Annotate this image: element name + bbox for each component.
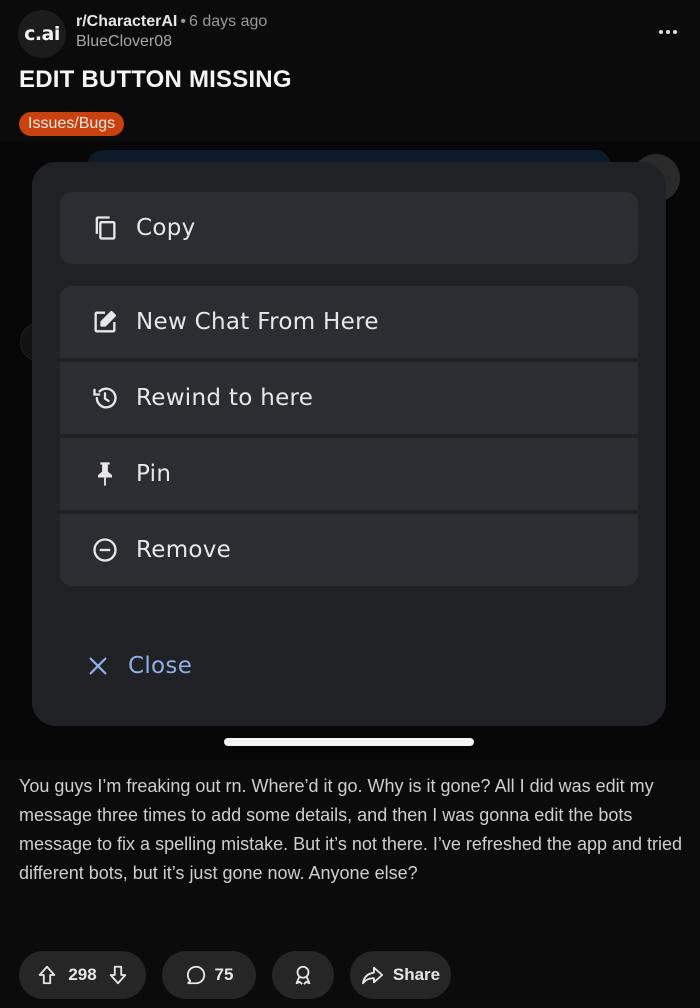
- home-indicator: [224, 738, 474, 746]
- menu-item-remove[interactable]: Remove: [60, 514, 638, 586]
- menu-item-pin[interactable]: Pin: [60, 438, 638, 510]
- menu-item-copy[interactable]: Copy: [60, 192, 638, 264]
- separator-dot: •: [180, 13, 186, 30]
- upvote-icon[interactable]: [36, 964, 58, 986]
- post-meta: r/CharacterAI • 6 days ago BlueClover08: [76, 12, 267, 51]
- share-button[interactable]: Share: [350, 951, 451, 999]
- award-icon: [292, 964, 314, 986]
- post-body-text: You guys I’m freaking out rn. Where’d it…: [19, 776, 683, 883]
- post-action-bar: 298 75 Share: [19, 951, 451, 999]
- menu-item-label: Rewind to here: [136, 385, 314, 411]
- close-icon: [86, 654, 110, 678]
- close-button[interactable]: Close: [86, 646, 192, 686]
- menu-item-label: Remove: [136, 537, 232, 563]
- vote-control: 298: [19, 951, 146, 999]
- comment-count: 75: [214, 965, 234, 984]
- share-arrow-icon: [361, 964, 385, 986]
- avatar-logo-text: c.ai: [24, 23, 60, 45]
- meta-line: r/CharacterAI • 6 days ago: [76, 12, 267, 32]
- more-options-button[interactable]: [656, 22, 680, 42]
- subreddit-avatar[interactable]: c.ai: [18, 10, 66, 58]
- share-label: Share: [392, 965, 441, 984]
- vote-count: 298: [68, 965, 97, 984]
- menu-item-label: New Chat From Here: [136, 309, 379, 335]
- post-header: c.ai r/CharacterAI • 6 days ago BlueClover…: [18, 10, 682, 60]
- menu-item-rewind[interactable]: Rewind to here: [60, 362, 638, 434]
- flair-badge[interactable]: Issues/Bugs: [19, 112, 125, 136]
- downvote-icon[interactable]: [107, 964, 129, 986]
- dot-icon: [673, 30, 677, 34]
- close-label: Close: [128, 653, 193, 679]
- menu-item-label: Copy: [136, 215, 196, 241]
- dot-icon: [666, 30, 670, 34]
- pin-icon: [90, 459, 120, 489]
- menu-item-label: Pin: [136, 461, 172, 487]
- post-image[interactable]: Copy New Chat From Here Rewind to here P…: [0, 142, 700, 760]
- comment-bubble-icon: [185, 964, 207, 986]
- message-options-sheet: Copy New Chat From Here Rewind to here P…: [32, 162, 666, 726]
- subreddit-link[interactable]: r/CharacterAI: [76, 13, 177, 30]
- post-title: EDIT BUTTON MISSING: [19, 66, 292, 93]
- dot-icon: [659, 30, 663, 34]
- minus-circle-icon: [90, 535, 120, 565]
- comments-button[interactable]: 75: [162, 951, 256, 999]
- author-link[interactable]: BlueClover08: [76, 33, 267, 51]
- copy-icon: [90, 213, 120, 243]
- edit-square-icon: [90, 307, 120, 337]
- menu-item-new-chat[interactable]: New Chat From Here: [60, 286, 638, 358]
- history-icon: [90, 383, 120, 413]
- post-age: 6 days ago: [188, 13, 268, 30]
- award-button[interactable]: [272, 951, 334, 999]
